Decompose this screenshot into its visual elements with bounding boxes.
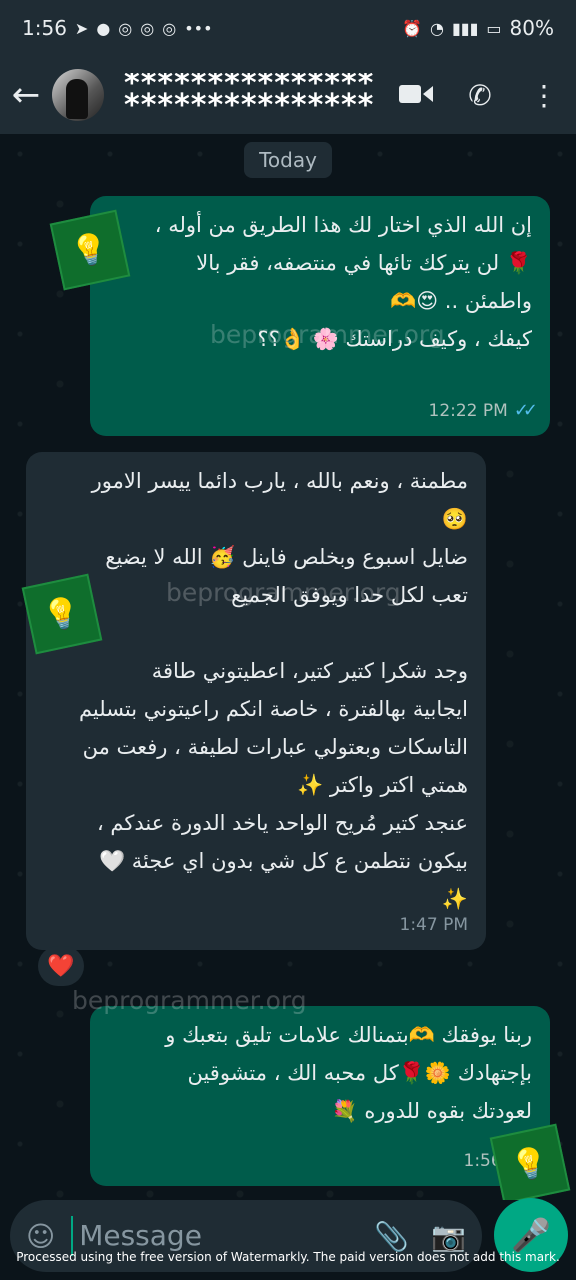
- message-bubble-outgoing[interactable]: ربنا يوفقك 🫶بتمنالك علامات تليق بتعبك و …: [90, 1006, 550, 1186]
- battery-percent: 80%: [509, 16, 554, 40]
- message-meta: 12:22 PM ✓✓: [428, 392, 539, 430]
- watermark-text: beprogrammer.org: [72, 986, 307, 1015]
- messenger-icon: ●: [96, 18, 111, 38]
- attach-icon[interactable]: 📎: [374, 1220, 409, 1253]
- watermark-logo: 💡: [49, 209, 131, 291]
- chrome-icon: ◎: [118, 18, 133, 38]
- message-bubble-incoming[interactable]: مطمنة ، ونعم بالله ، يارب دائما ييسر الا…: [26, 452, 486, 950]
- heart-reaction[interactable]: ❤️: [38, 946, 84, 986]
- watermark-logo: 💡: [489, 1123, 571, 1200]
- avatar[interactable]: [52, 69, 104, 121]
- message-bubble-outgoing[interactable]: إن الله الذي اختار لك هذا الطريق من أوله…: [90, 196, 550, 436]
- watermark-text: beprogrammer.org: [166, 578, 401, 607]
- day-divider: Today: [244, 142, 332, 178]
- message-meta: 1:47 PM: [400, 906, 469, 944]
- status-time: 1:56: [22, 16, 67, 40]
- battery-icon: ▭: [486, 18, 502, 38]
- emoji-icon[interactable]: ☺: [26, 1220, 55, 1253]
- alarm-icon: ⏰: [402, 18, 423, 38]
- signal-icon: ▮▮▮: [452, 18, 479, 38]
- read-ticks-icon: ✓✓: [513, 400, 538, 421]
- wifi-icon: ◔: [430, 18, 444, 38]
- video-call-icon[interactable]: [384, 79, 448, 112]
- mic-icon: 🎤: [511, 1216, 551, 1254]
- message-time: 12:22 PM: [428, 401, 508, 421]
- back-arrow-icon[interactable]: ←: [0, 75, 52, 115]
- chrome-icon: ◎: [162, 18, 177, 38]
- message-text: ربنا يوفقك 🫶بتمنالك علامات تليق بتعبك و …: [165, 1023, 532, 1123]
- message-time: 1:47 PM: [399, 915, 469, 935]
- chrome-icon: ◎: [140, 18, 155, 38]
- chat-header: ← *************** *************** ✆ ⋮: [0, 56, 576, 134]
- more-options-icon[interactable]: ⋮: [512, 79, 576, 112]
- status-bar: 1:56 ➤ ● ◎ ◎ ◎ ••• ⏰ ◔ ▮▮▮ ▭ 80%: [0, 0, 576, 56]
- more-dots-icon: •••: [184, 18, 213, 38]
- telegram-icon: ➤: [74, 18, 89, 38]
- camera-icon[interactable]: 📷: [431, 1220, 466, 1253]
- watermark-logo: 💡: [21, 573, 103, 655]
- phone-call-icon[interactable]: ✆: [448, 79, 512, 112]
- message-text: مطمنة ، ونعم بالله ، يارب دائما ييسر الا…: [78, 469, 468, 911]
- watermark-text: beprogrammer.org: [210, 320, 445, 349]
- chat-area[interactable]: Today إن الله الذي اختار لك هذا الطريق م…: [0, 134, 576, 1200]
- watermark-footer-note: Processed using the free version of Wate…: [16, 1250, 560, 1264]
